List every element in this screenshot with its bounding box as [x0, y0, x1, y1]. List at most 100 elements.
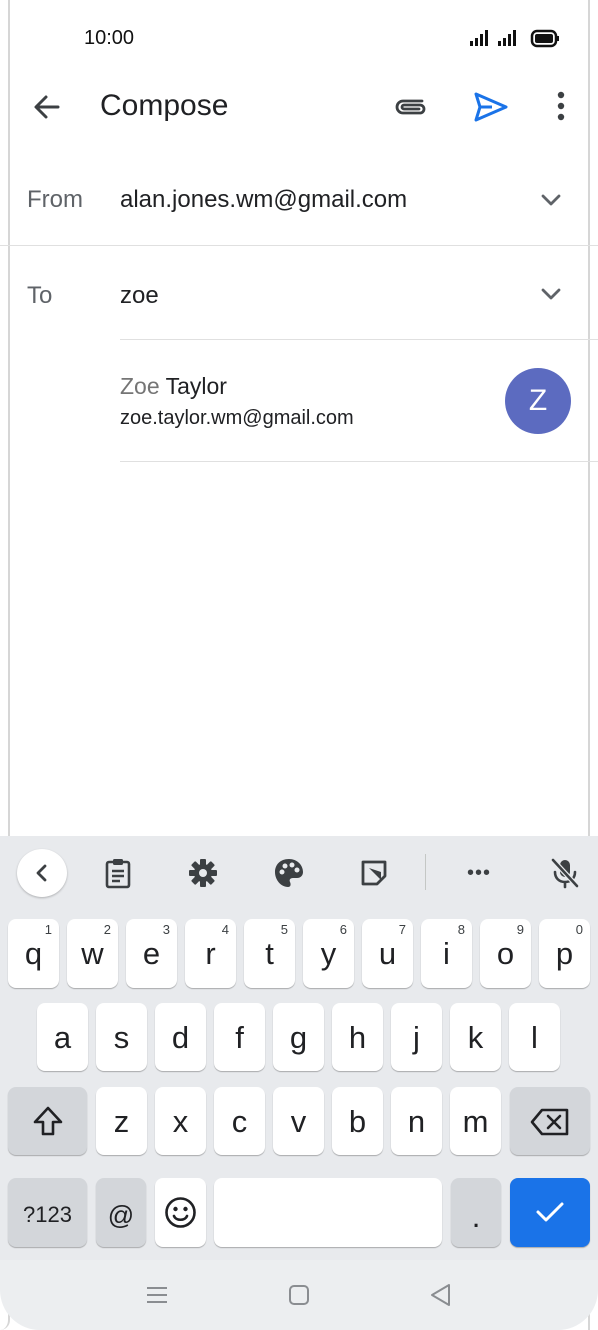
emoji-key[interactable] [155, 1178, 206, 1247]
key-j[interactable]: j [391, 1003, 442, 1071]
key-label: n [407, 1104, 426, 1139]
key-n[interactable]: n [391, 1087, 442, 1155]
key-z[interactable]: z [96, 1087, 147, 1155]
key-label: x [172, 1104, 189, 1139]
chevron-left-icon[interactable] [17, 849, 67, 897]
more-horiz-icon[interactable]: ••• [456, 852, 502, 894]
key-s[interactable]: s [96, 1003, 147, 1071]
divider [120, 339, 598, 340]
key-hint: 1 [44, 922, 52, 937]
key-w[interactable]: w2 [67, 919, 118, 988]
key-label: s [113, 1020, 130, 1055]
back-arrow-icon[interactable] [30, 90, 64, 124]
recents-icon[interactable] [144, 1282, 170, 1308]
key-label: h [348, 1020, 367, 1055]
status-time: 10:00 [84, 27, 135, 49]
key-label: t [265, 936, 274, 971]
key-y[interactable]: y6 [303, 919, 354, 988]
key-e[interactable]: e3 [126, 919, 177, 988]
key-label: f [235, 1020, 244, 1055]
key-t[interactable]: t5 [244, 919, 295, 988]
status-bar: 10:00 [0, 0, 598, 76]
key-label: g [289, 1020, 308, 1055]
key-label: w [81, 936, 104, 971]
key-label: y [320, 936, 337, 971]
key-l[interactable]: l [509, 1003, 560, 1071]
key-label: r [205, 936, 216, 971]
key-x[interactable]: x [155, 1087, 206, 1155]
home-icon[interactable] [286, 1282, 312, 1308]
suggestion-rest: Taylor [159, 373, 227, 399]
shift-key[interactable] [8, 1087, 87, 1155]
key-r[interactable]: r4 [185, 919, 236, 988]
key-i[interactable]: i8 [421, 919, 472, 988]
app-bar: Compose [0, 76, 598, 138]
keyboard-toolbar: ••• [0, 836, 598, 910]
key-label: k [467, 1020, 484, 1055]
key-d[interactable]: d [155, 1003, 206, 1071]
symbols-key[interactable]: ?123 [8, 1178, 87, 1247]
period-key[interactable]: . [451, 1178, 501, 1247]
key-v[interactable]: v [273, 1087, 324, 1155]
key-k[interactable]: k [450, 1003, 501, 1071]
from-label: From [27, 186, 83, 213]
check-icon [536, 1202, 564, 1222]
navigation-bar [0, 1260, 598, 1330]
key-m[interactable]: m [450, 1087, 501, 1155]
phone-screen: 10:00 Compose From alan.jones.wm@gmail.c… [0, 0, 598, 1330]
key-p[interactable]: p0 [539, 919, 590, 988]
chevron-down-icon[interactable] [538, 190, 564, 210]
gear-icon[interactable] [180, 852, 226, 894]
key-a[interactable]: a [37, 1003, 88, 1071]
key-label: e [142, 936, 161, 971]
palette-icon[interactable] [266, 852, 312, 894]
key-h[interactable]: h [332, 1003, 383, 1071]
key-f[interactable]: f [214, 1003, 265, 1071]
key-hint: 2 [103, 922, 111, 937]
signal-battery-icons [470, 29, 559, 48]
divider [0, 245, 598, 246]
keyboard: ••• q1w2e3r4t5y6u7i8o9p0 asdfghjkl zxcvb… [0, 836, 598, 1260]
back-triangle-icon[interactable] [428, 1282, 454, 1308]
key-hint: 0 [575, 922, 583, 937]
mic-off-icon[interactable] [542, 852, 588, 894]
at-key[interactable]: @ [96, 1178, 146, 1247]
to-row[interactable]: To zoe [0, 248, 598, 340]
key-hint: 3 [162, 922, 170, 937]
suggestion-match: Zoe [120, 373, 160, 399]
to-label: To [27, 282, 53, 309]
more-vert-icon[interactable] [548, 90, 574, 124]
attach-icon[interactable] [392, 90, 430, 124]
from-value[interactable]: alan.jones.wm@gmail.com [120, 186, 407, 214]
chevron-down-icon[interactable] [538, 284, 564, 304]
send-icon[interactable] [472, 90, 510, 124]
emoji-icon [165, 1197, 196, 1228]
key-hint: 7 [398, 922, 406, 937]
battery-icon [530, 29, 559, 48]
backspace-key[interactable] [510, 1087, 590, 1155]
key-label: v [290, 1104, 307, 1139]
key-c[interactable]: c [214, 1087, 265, 1155]
signal-icon [498, 30, 516, 46]
toolbar-separator [425, 854, 426, 890]
avatar: Z [505, 368, 571, 434]
signal-icon [470, 30, 488, 46]
from-row[interactable]: From alan.jones.wm@gmail.com [0, 154, 598, 246]
key-u[interactable]: u7 [362, 919, 413, 988]
key-b[interactable]: b [332, 1087, 383, 1155]
key-label: u [378, 936, 397, 971]
clipboard-icon[interactable] [95, 852, 141, 894]
to-input[interactable]: zoe [120, 282, 159, 310]
key-q[interactable]: q1 [8, 919, 59, 988]
page-title: Compose [100, 89, 229, 122]
key-hint: 6 [339, 922, 347, 937]
divider [120, 461, 598, 462]
enter-key[interactable] [510, 1178, 590, 1247]
key-label: m [462, 1104, 489, 1139]
key-label: b [348, 1104, 367, 1139]
key-o[interactable]: o9 [480, 919, 531, 988]
space-key[interactable] [214, 1178, 442, 1247]
key-hint: 4 [221, 922, 229, 937]
key-g[interactable]: g [273, 1003, 324, 1071]
sticker-icon[interactable] [351, 852, 397, 894]
